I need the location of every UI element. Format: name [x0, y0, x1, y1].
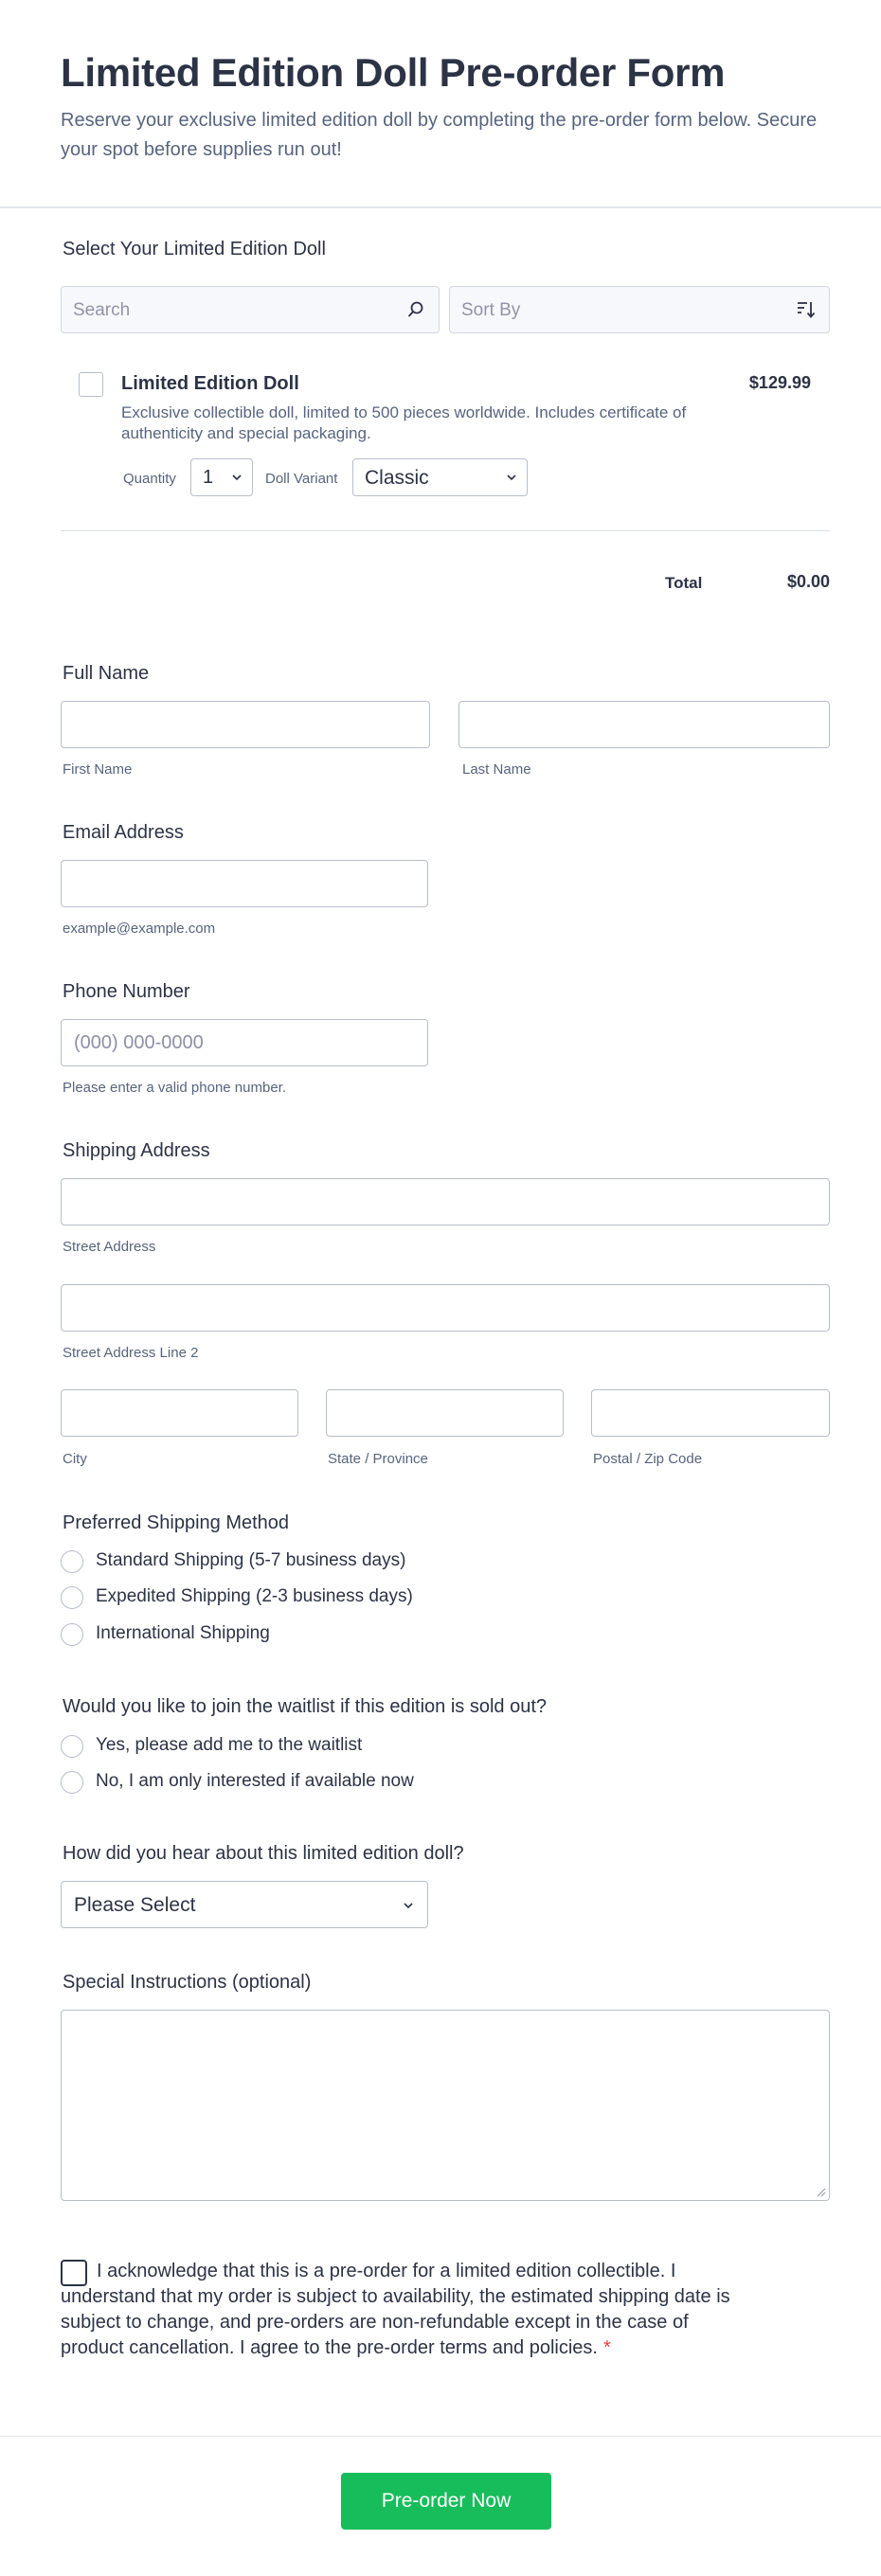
instructions-textarea[interactable] — [61, 2010, 830, 2201]
zip-field[interactable] — [591, 1389, 830, 1437]
shipping-address-label: Shipping Address — [63, 1140, 210, 1161]
total-label: Total — [665, 574, 703, 592]
preorder-submit-button[interactable]: Pre-order Now — [341, 2473, 551, 2530]
email-label: Email Address — [63, 822, 184, 843]
form-page: Limited Edition Doll Pre-order Form Rese… — [0, 0, 881, 2576]
product-name: Limited Edition Doll — [121, 373, 299, 394]
variant-select[interactable]: Classic — [352, 458, 528, 496]
last-name-field[interactable] — [458, 701, 830, 748]
quantity-value: 1 — [203, 467, 214, 488]
radio-button[interactable] — [61, 1771, 83, 1794]
radio-button[interactable] — [61, 1586, 83, 1609]
variant-value: Classic — [365, 467, 429, 489]
street-address-2-sublabel: Street Address Line 2 — [63, 1345, 199, 1361]
phone-sublabel: Please enter a valid phone number. — [63, 1080, 286, 1096]
chevron-down-icon — [404, 1903, 413, 1909]
product-divider — [61, 530, 830, 531]
resize-handle-icon[interactable] — [817, 2188, 826, 2197]
phone-field[interactable]: (000) 000-0000 — [61, 1019, 428, 1066]
full-name-label: Full Name — [63, 663, 150, 684]
city-field[interactable] — [61, 1389, 298, 1437]
product-checkbox[interactable] — [79, 372, 103, 397]
page-title: Limited Edition Doll Pre-order Form — [61, 50, 726, 95]
chevron-down-icon — [232, 474, 242, 481]
street-address-2-field[interactable] — [61, 1284, 830, 1332]
email-sublabel: example@example.com — [63, 921, 216, 937]
shipping-option-label: International Shipping — [96, 1623, 270, 1643]
sort-by-select[interactable]: Sort By — [449, 286, 830, 333]
shipping-method-label: Preferred Shipping Method — [63, 1512, 290, 1533]
zip-sublabel: Postal / Zip Code — [593, 1451, 703, 1467]
product-description: Exclusive collectible doll, limited to 5… — [121, 403, 687, 442]
phone-placeholder: (000) 000-0000 — [74, 1032, 204, 1053]
referral-select[interactable]: Please Select — [61, 1881, 428, 1928]
product-search-input[interactable]: Search — [61, 286, 440, 333]
chevron-down-icon — [507, 474, 516, 481]
radio-button[interactable] — [61, 1623, 83, 1646]
waitlist-option-label: No, I am only interested if available no… — [96, 1771, 414, 1791]
city-sublabel: City — [63, 1451, 87, 1467]
shipping-option-label: Expedited Shipping (2-3 business days) — [96, 1586, 413, 1606]
acknowledge-label: I acknowledge that this is a pre-order f… — [61, 2261, 730, 2358]
quantity-label: Quantity — [123, 471, 176, 487]
radio-button[interactable] — [61, 1735, 83, 1758]
acknowledge-text: I acknowledge that this is a pre-order f… — [61, 2259, 743, 2361]
state-field[interactable] — [326, 1389, 564, 1437]
last-name-sublabel: Last Name — [462, 761, 531, 778]
variant-label: Doll Variant — [265, 471, 338, 487]
instructions-label: Special Instructions (optional) — [63, 1972, 312, 1993]
referral-label: How did you hear about this limited edit… — [63, 1843, 464, 1864]
waitlist-label: Would you like to join the waitlist if t… — [63, 1696, 548, 1717]
sort-icon — [798, 302, 816, 318]
footer-divider — [0, 2436, 881, 2437]
shipping-option-label: Standard Shipping (5-7 business days) — [96, 1550, 406, 1570]
sort-placeholder: Sort By — [461, 300, 521, 320]
state-sublabel: State / Province — [328, 1451, 428, 1467]
street-address-field[interactable] — [61, 1178, 830, 1225]
search-icon — [408, 301, 423, 317]
waitlist-option-label: Yes, please add me to the waitlist — [96, 1735, 363, 1755]
search-placeholder: Search — [73, 300, 131, 320]
email-field[interactable] — [61, 860, 428, 907]
referral-value: Please Select — [74, 1894, 196, 1916]
quantity-select[interactable]: 1 — [190, 458, 253, 496]
product-price: $129.99 — [748, 373, 811, 392]
page-subtitle: Reserve your exclusive limited edition d… — [61, 110, 818, 160]
radio-button[interactable] — [61, 1550, 83, 1573]
form-header: Limited Edition Doll Pre-order Form Rese… — [0, 0, 881, 208]
total-value: $0.00 — [786, 572, 830, 591]
product-section-label: Select Your Limited Edition Doll — [63, 239, 326, 259]
street-address-sublabel: Street Address — [63, 1239, 156, 1255]
required-mark: * — [602, 2337, 611, 2358]
first-name-sublabel: First Name — [63, 761, 133, 778]
first-name-field[interactable] — [61, 701, 430, 748]
phone-label: Phone Number — [63, 981, 190, 1002]
